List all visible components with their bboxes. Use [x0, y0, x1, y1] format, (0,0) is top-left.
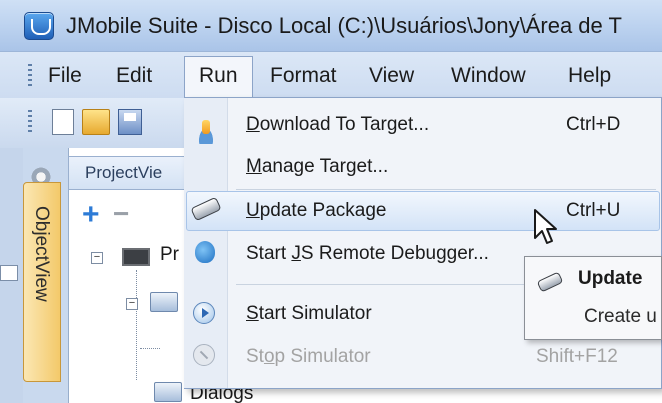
menubar-grip[interactable] [28, 64, 32, 86]
menu-item-label: Download To Target... [246, 114, 430, 135]
new-file-icon[interactable] [52, 109, 74, 135]
title-bar: JMobile Suite - Disco Local (C:)\Usuário… [0, 0, 662, 52]
tree-collapse-icon[interactable]: − [126, 298, 138, 310]
menu-item-label: Stop Simulator [246, 346, 371, 367]
dock-pin-icon[interactable] [0, 265, 18, 281]
menu-file[interactable]: File [42, 62, 88, 90]
menu-item-shortcut: Shift+F12 [536, 346, 618, 367]
menu-edit[interactable]: Edit [110, 62, 158, 90]
add-icon[interactable]: + [82, 200, 100, 230]
menu-item-label: Manage Target... [246, 156, 389, 177]
submenu-title[interactable]: Update [578, 268, 642, 290]
menu-separator [236, 189, 656, 190]
menu-item-label: Start Simulator [246, 303, 372, 324]
stop-icon [193, 344, 215, 366]
menu-view[interactable]: View [363, 62, 420, 90]
download-target-icon [194, 120, 218, 144]
open-folder-icon[interactable] [82, 109, 110, 135]
projectview-tab[interactable]: ProjectVie [68, 156, 198, 190]
bug-icon [195, 241, 215, 263]
tree-item-project[interactable]: Pr [160, 244, 179, 266]
menu-format[interactable]: Format [264, 62, 343, 90]
remove-icon[interactable]: − [113, 199, 129, 229]
toolbar-grip[interactable] [28, 110, 32, 132]
menu-item-shortcut: Ctrl+D [566, 114, 621, 135]
menu-item-label: Start JS Remote Debugger... [246, 243, 489, 264]
submenu-item[interactable]: Create u [584, 306, 657, 328]
monitor-icon [122, 248, 150, 266]
play-icon [193, 302, 215, 324]
tree-guide-line [140, 348, 160, 349]
tree-collapse-icon[interactable]: − [91, 252, 103, 264]
folder-icon [154, 382, 182, 402]
folder-icon [150, 292, 178, 312]
menu-window[interactable]: Window [445, 62, 532, 90]
window-title: JMobile Suite - Disco Local (C:)\Usuário… [66, 13, 622, 38]
menu-bar: File Edit Run Format View Window Help [0, 52, 662, 99]
menu-help[interactable]: Help [562, 62, 617, 90]
menu-run[interactable]: Run [184, 56, 253, 99]
mouse-cursor-icon [534, 209, 557, 244]
objectview-tab-label: ObjectView [31, 206, 52, 302]
save-icon[interactable] [118, 109, 142, 135]
menu-item-label: Update Package [246, 200, 387, 221]
app-icon [24, 12, 54, 40]
menu-item-shortcut: Ctrl+U [566, 200, 621, 221]
tree-guide-line [136, 270, 137, 380]
